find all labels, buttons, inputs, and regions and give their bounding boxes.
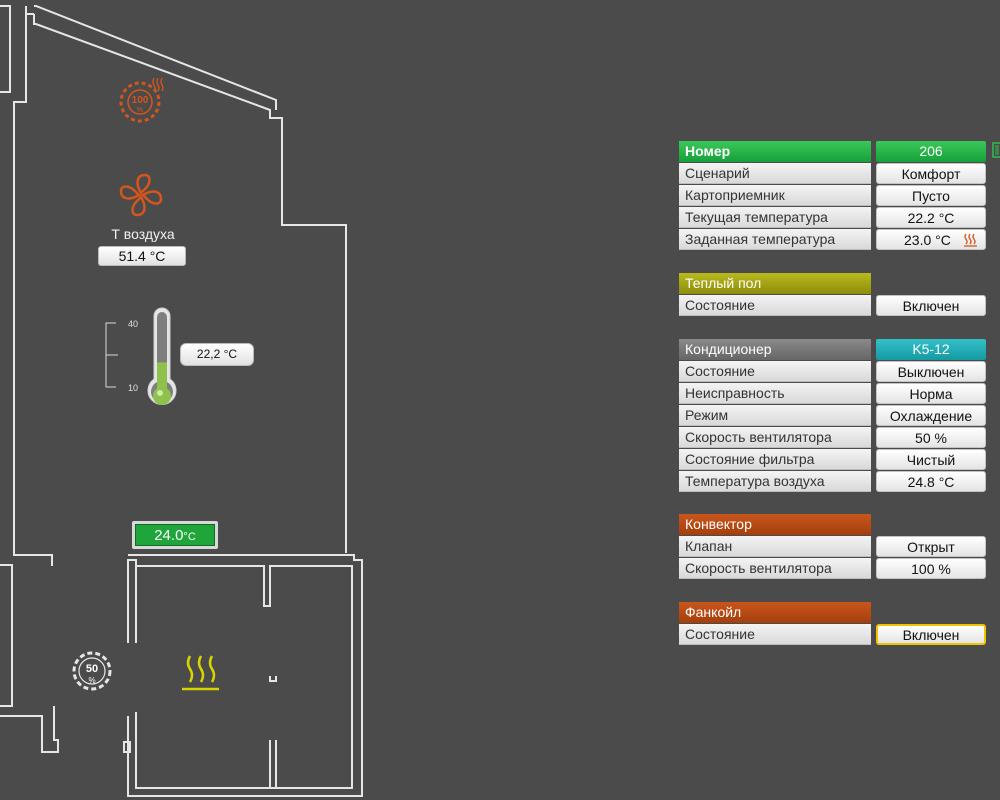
conditioner-row-air-temp: Температура воздуха 24.8 °C — [679, 471, 989, 493]
room-row-set-temp: Заданная температура 23.0 °C — [679, 229, 989, 251]
wall-main-room-inner — [13, 14, 53, 566]
fan-unit: % — [88, 676, 95, 685]
wall-lower-left — [0, 564, 13, 707]
row-label: Сценарий — [679, 163, 871, 184]
fan-percent: 50 — [86, 663, 98, 675]
row-label: Скорость вентилятора — [679, 427, 871, 448]
convector-row-fan-speed: Скорость вентилятора 100 % — [679, 558, 989, 580]
wall-bathroom-partition2 — [269, 740, 277, 789]
current-temp-value[interactable]: 22.2 °C — [876, 207, 986, 228]
heating-mini-icon — [964, 233, 977, 247]
floor-heating-icon[interactable] — [182, 655, 219, 691]
wall-bathroom-top-inner — [135, 565, 353, 789]
air-temp-value: 51.4 °C — [98, 246, 186, 266]
conditioner-fan-speed-button[interactable]: 50 % — [876, 427, 986, 448]
heat-waves-icon — [152, 77, 164, 92]
conditioner-air-temp-value[interactable]: 24.8 °C — [876, 471, 986, 492]
wall-bathroom-inner — [127, 559, 137, 643]
conditioner-row-mode: Режим Охлаждение — [679, 405, 989, 427]
set-temp-value: 23.0 °C — [904, 232, 951, 248]
row-label: Текущая температура — [679, 207, 871, 228]
conditioner-row-filter: Состояние фильтра Чистый — [679, 449, 989, 471]
room-number[interactable]: 206 — [876, 141, 986, 162]
row-label: Заданная температура — [679, 229, 871, 250]
thermometer-icon[interactable]: 40 10 — [105, 307, 177, 405]
row-label: Состояние — [679, 624, 871, 645]
fancoil-state-button[interactable]: Включен — [876, 624, 986, 645]
wall-bathroom-partition — [269, 676, 277, 682]
row-label: Неисправность — [679, 383, 871, 404]
floor-heating-panel: Теплый пол Состояние Включен — [679, 273, 989, 317]
row-label: Состояние фильтра — [679, 449, 871, 470]
row-label: Клапан — [679, 536, 871, 557]
document-icon[interactable] — [992, 142, 1000, 158]
set-temp-field[interactable]: 23.0 °C — [876, 229, 986, 250]
row-label: Состояние — [679, 295, 871, 316]
row-label: Картоприемник — [679, 185, 871, 206]
wall-top-diagonal — [34, 5, 277, 110]
wall-bathroom-outer — [127, 554, 363, 797]
fancoil-header: Фанкойл — [679, 602, 871, 623]
row-label: Температура воздуха — [679, 471, 871, 492]
room-row-current-temp: Текущая температура 22.2 °C — [679, 207, 989, 229]
conditioner-fault-value[interactable]: Норма — [876, 383, 986, 404]
conditioner-state-button[interactable]: Выключен — [876, 361, 986, 382]
room-row-card-reader: Картоприемник Пусто — [679, 185, 989, 207]
room-row-scenario: Сценарий Комфорт — [679, 163, 989, 185]
floor-plan: 100 % 40 10 50 % — [0, 5, 363, 797]
thermometer-value: 22,2 °C — [180, 343, 254, 366]
row-label: Режим — [679, 405, 871, 426]
wall-outer-top — [25, 6, 34, 15]
air-temp-label: Т воздуха — [111, 226, 175, 242]
heater-gauge-icon[interactable]: 100 % — [119, 77, 164, 123]
floor-heating-row-state: Состояние Включен — [679, 295, 989, 317]
heater-unit: % — [137, 107, 143, 114]
floor-heating-state-button[interactable]: Включен — [876, 295, 986, 316]
row-label: Скорость вентилятора — [679, 558, 871, 579]
wall-lower-left2 — [0, 706, 59, 753]
room-panel: Номер 206 Сценарий Комфорт Картоприемник… — [679, 141, 1000, 251]
convector-header: Конвектор — [679, 514, 871, 535]
setpoint-display[interactable]: 24.0°C — [132, 521, 218, 549]
convector-row-valve: Клапан Открыт — [679, 536, 989, 558]
floor-heating-header: Теплый пол — [679, 273, 871, 294]
conditioner-row-fault: Неисправность Норма — [679, 383, 989, 405]
wall-outer-left — [0, 5, 11, 93]
convector-panel: Конвектор Клапан Открыт Скорость вентиля… — [679, 514, 989, 580]
row-label: Состояние — [679, 361, 871, 382]
setpoint-value: 24.0 — [154, 527, 184, 544]
setpoint-unit: °C — [183, 531, 196, 543]
fan-speed-gauge-icon[interactable]: 50 % — [72, 651, 112, 691]
card-reader-value[interactable]: Пусто — [876, 185, 986, 206]
fancoil-panel: Фанкойл Состояние Включен — [679, 602, 989, 646]
thermometer-max: 40 — [128, 319, 138, 329]
fan-icon[interactable] — [119, 173, 163, 217]
heater-percent: 100 — [132, 95, 149, 106]
conditioner-row-state: Состояние Выключен — [679, 361, 989, 383]
conditioner-mode-button[interactable]: Охлаждение — [876, 405, 986, 426]
conditioner-header: Кондиционер — [679, 339, 871, 360]
fancoil-row-state: Состояние Включен — [679, 624, 989, 646]
convector-valve-button[interactable]: Открыт — [876, 536, 986, 557]
conditioner-row-fan-speed: Скорость вентилятора 50 % — [679, 427, 989, 449]
conditioner-filter-value[interactable]: Чистый — [876, 449, 986, 470]
wall-main-room — [33, 14, 347, 553]
conditioner-panel: Кондиционер K5-12 Состояние Выключен Неи… — [679, 339, 989, 493]
thermometer-min: 10 — [128, 383, 138, 393]
scenario-value[interactable]: Комфорт — [876, 163, 986, 184]
conditioner-model: K5-12 — [876, 339, 986, 360]
room-header: Номер — [679, 141, 871, 162]
convector-fan-speed-button[interactable]: 100 % — [876, 558, 986, 579]
